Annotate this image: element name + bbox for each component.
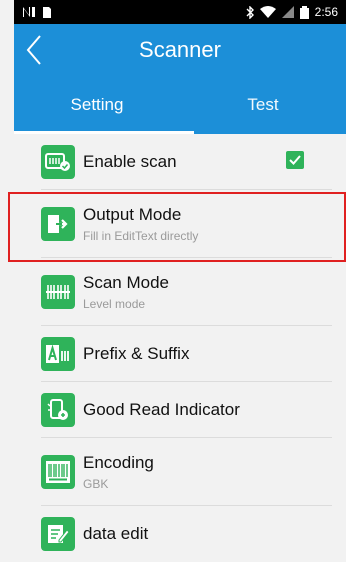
screen: 2:56 Scanner Setting Test Enable scan Ou… — [8, 0, 346, 562]
item-label: data edit — [83, 524, 149, 543]
back-button[interactable] — [22, 34, 46, 66]
bluetooth-icon — [246, 5, 254, 19]
tab-test[interactable]: Test — [180, 76, 346, 134]
tab-bar: Setting Test — [14, 76, 346, 134]
item-label: Scan Mode — [83, 273, 169, 292]
check-icon — [289, 155, 301, 165]
status-bar: 2:56 — [14, 0, 346, 24]
item-label: Output Mode — [83, 205, 182, 224]
page-title: Scanner — [139, 37, 221, 62]
settings-list: Enable scan Output Mode Fill in EditText… — [14, 134, 346, 562]
barcode-icon — [41, 455, 75, 489]
item-subtitle: Fill in EditText directly — [83, 229, 199, 243]
enable-scan-checkbox[interactable] — [286, 151, 304, 169]
list-item-encoding[interactable]: Encoding GBK — [14, 438, 346, 506]
item-label: Prefix & Suffix — [83, 344, 190, 363]
output-mode-icon — [41, 207, 75, 241]
scan-mode-icon — [41, 275, 75, 309]
battery-icon — [299, 5, 309, 19]
tab-setting[interactable]: Setting — [14, 76, 180, 134]
item-label: Enable scan — [83, 152, 177, 171]
app-bar: Scanner — [14, 24, 346, 76]
list-item-data-edit[interactable]: data edit — [14, 506, 346, 562]
back-arrow-icon — [26, 35, 41, 65]
item-label: Encoding — [83, 453, 154, 472]
item-label: Good Read Indicator — [83, 400, 240, 419]
prefix-suffix-icon — [41, 337, 75, 371]
item-subtitle: GBK — [83, 477, 109, 491]
item-subtitle: Level mode — [83, 297, 146, 311]
sim-icon — [42, 6, 52, 19]
signal-icon — [281, 6, 294, 18]
list-item-enable-scan[interactable]: Enable scan — [14, 134, 346, 190]
nfc-icon — [22, 6, 36, 18]
good-read-indicator-icon — [41, 393, 75, 427]
list-item-good-read-indicator[interactable]: Good Read Indicator — [14, 382, 346, 438]
list-item-prefix-suffix[interactable]: Prefix & Suffix — [14, 326, 346, 382]
enable-scan-icon — [41, 145, 75, 179]
status-time: 2:56 — [314, 5, 338, 19]
list-item-scan-mode[interactable]: Scan Mode Level mode — [14, 258, 346, 326]
list-item-output-mode[interactable]: Output Mode Fill in EditText directly — [14, 190, 346, 258]
wifi-icon — [259, 6, 276, 18]
